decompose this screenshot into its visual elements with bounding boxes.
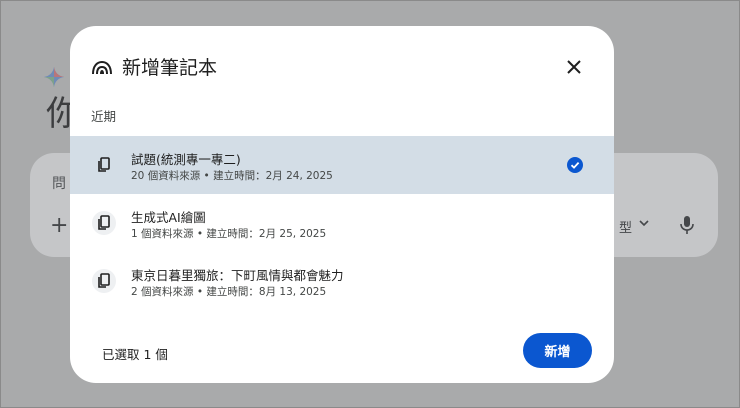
recent-section-label: 近期 (91, 109, 117, 124)
document-copy-icon (92, 153, 116, 177)
notebook-title: 生成式AI繪圖 (131, 210, 206, 225)
check-circle-icon (567, 157, 583, 173)
close-icon (567, 60, 581, 74)
notebook-item[interactable]: 東京日暮里獨旅：下町風情與都會魅力 2 個資料來源 • 建立時間：8月 13, … (70, 252, 614, 310)
notebook-logo-icon (92, 60, 112, 75)
close-button[interactable] (560, 53, 588, 81)
microphone-icon (680, 216, 694, 234)
chevron-down-icon (639, 220, 649, 227)
document-copy-icon (92, 211, 116, 235)
new-notebook-dialog: 新增筆記本 近期 試題(統測專一專二) 20 個資料來源 • 建立時間：2月 2… (70, 26, 614, 383)
document-copy-icon (92, 269, 116, 293)
notebook-title: 東京日暮里獨旅：下町風情與都會魅力 (131, 268, 344, 283)
notebook-list: 試題(統測專一專二) 20 個資料來源 • 建立時間：2月 24, 2025 生… (70, 136, 614, 310)
notebook-item[interactable]: 試題(統測專一專二) 20 個資料來源 • 建立時間：2月 24, 2025 (70, 136, 614, 194)
notebook-meta: 1 個資料來源 • 建立時間：2月 25, 2025 (131, 228, 327, 240)
dialog-title: 新增筆記本 (122, 57, 218, 79)
background-model-label: 型 (618, 221, 632, 236)
notebook-title: 試題(統測專一專二) (131, 152, 241, 167)
notebook-meta: 2 個資料來源 • 建立時間：8月 13, 2025 (131, 286, 327, 298)
add-button[interactable]: 新增 (523, 333, 592, 368)
gemini-spark-icon (43, 66, 65, 88)
selected-count: 已選取 1 個 (102, 347, 168, 362)
background-plus-icon: + (50, 213, 69, 238)
notebook-item[interactable]: 生成式AI繪圖 1 個資料來源 • 建立時間：2月 25, 2025 (70, 194, 614, 252)
background-placeholder: 問 (52, 176, 66, 192)
notebook-meta: 20 個資料來源 • 建立時間：2月 24, 2025 (131, 170, 333, 182)
